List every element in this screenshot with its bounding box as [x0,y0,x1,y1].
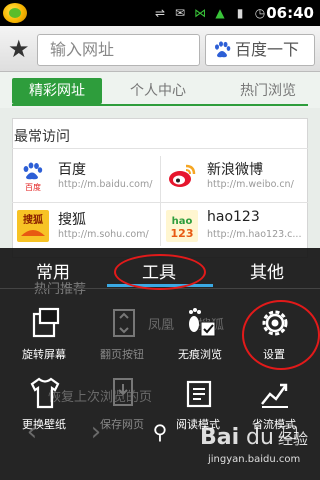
site-item-sohu[interactable]: 搜狐 搜狐 http://m.sohu.com/ [12,204,160,252]
back-button[interactable]: ‹ [12,416,52,448]
menu-tab-divider [0,288,320,289]
svg-text:Bai: Bai [200,425,239,450]
status-time: 06:40 [266,4,314,22]
tool-label: 翻页按钮 [100,348,144,361]
battery-icon: ▮ [236,6,244,20]
site-name: hao123 [207,209,260,225]
page-tabs: 精彩网址 个人中心 热门浏览 [0,72,320,108]
gear-icon [262,310,288,336]
menu-tab-common[interactable]: 常用 [36,258,70,283]
tab-featured-sites[interactable]: 精彩网址 [12,78,102,104]
tab-divider-line [12,104,308,106]
baidu-logo-icon: 百度 [17,160,49,192]
status-icons: ⇌ ✉ ⋈ ▲ ▮ ◷ [152,3,268,23]
card-title-divider [12,148,308,149]
svg-text:123: 123 [171,227,194,240]
reading-mode-icon [186,380,212,408]
tool-label: 设置 [263,348,285,361]
baidu-paw-icon [215,41,231,58]
tshirt-icon [30,377,60,409]
page-buttons-icon [113,309,135,337]
sohu-logo-icon: 搜狐 [17,210,49,242]
url-input[interactable]: 输入网址 [37,34,200,66]
address-bar: ★ 输入网址 百度一下 [0,26,320,72]
tool-incognito[interactable]: 无痕浏览 [160,306,240,368]
bookmark-star-icon[interactable]: ★ [8,34,30,64]
weibo-logo-icon [169,164,196,187]
tool-settings[interactable]: 设置 [234,306,314,368]
site-item-baidu[interactable]: 百度 百度 http://m.baidu.com/ [12,154,160,202]
mail-icon: ✉ [174,6,186,20]
baidu-search-button[interactable]: 百度一下 [205,34,315,66]
site-item-hao123[interactable]: hao 123 hao123 http://m.hao123.c... [161,204,309,252]
tab-hot-browse[interactable]: 热门浏览 [240,78,296,104]
tool-label: 无痕浏览 [178,348,222,361]
traffic-saving-icon [261,383,288,408]
forward-button[interactable]: › [76,416,116,448]
svg-text:hao: hao [172,216,193,227]
tab-personal-center[interactable]: 个人中心 [130,78,186,104]
site-url: http://m.weibo.cn/ [207,179,294,190]
site-item-weibo[interactable]: 新浪微博 http://m.weibo.cn/ [161,154,309,202]
tool-label: 旋转屏幕 [22,348,66,361]
search-icon[interactable]: ⚲ [140,416,180,448]
recent-sites-title: 最常访问 [14,129,70,145]
site-url: http://m.baidu.com/ [58,179,153,190]
sohu-logo-text: 搜狐 [23,213,43,226]
usb-icon: ⇌ [154,6,166,20]
menu-tabs: 常用 工具 其他 [0,248,320,288]
site-name: 百度 [58,162,86,178]
wifi-icon: ▲ [215,6,225,20]
svg-text:du: du [246,425,274,450]
menu-tab-other[interactable]: 其他 [250,258,284,283]
search-button-label: 百度一下 [235,40,300,59]
site-url: http://m.hao123.c... [207,229,302,240]
app-notification-icon [3,3,27,23]
status-bar: ⇌ ✉ ⋈ ▲ ▮ ◷ 06:40 [0,0,320,26]
hao123-logo-icon: hao 123 [166,210,198,242]
card-row-divider [12,202,308,203]
tool-rotate-screen[interactable]: 旋转屏幕 [4,306,84,368]
baidu-logo-text: 百度 [25,182,41,192]
baidu-jingyan-watermark: Bai du 经验 jingyan.baidu.com [200,425,308,465]
svg-text:jingyan.baidu.com: jingyan.baidu.com [207,454,300,465]
svg-text:经验: 经验 [278,430,308,448]
site-name: 搜狐 [58,212,86,228]
signal-icon: ⋈ [194,6,206,20]
save-page-icon [113,378,133,406]
rotate-screen-icon [32,307,60,338]
active-tab-indicator [107,284,213,287]
site-name: 新浪微博 [207,162,263,178]
footprint-icon [189,308,216,337]
tool-page-buttons: 翻页按钮 [82,306,162,368]
menu-tab-tools[interactable]: 工具 [142,258,176,283]
site-url: http://m.sohu.com/ [58,229,149,240]
